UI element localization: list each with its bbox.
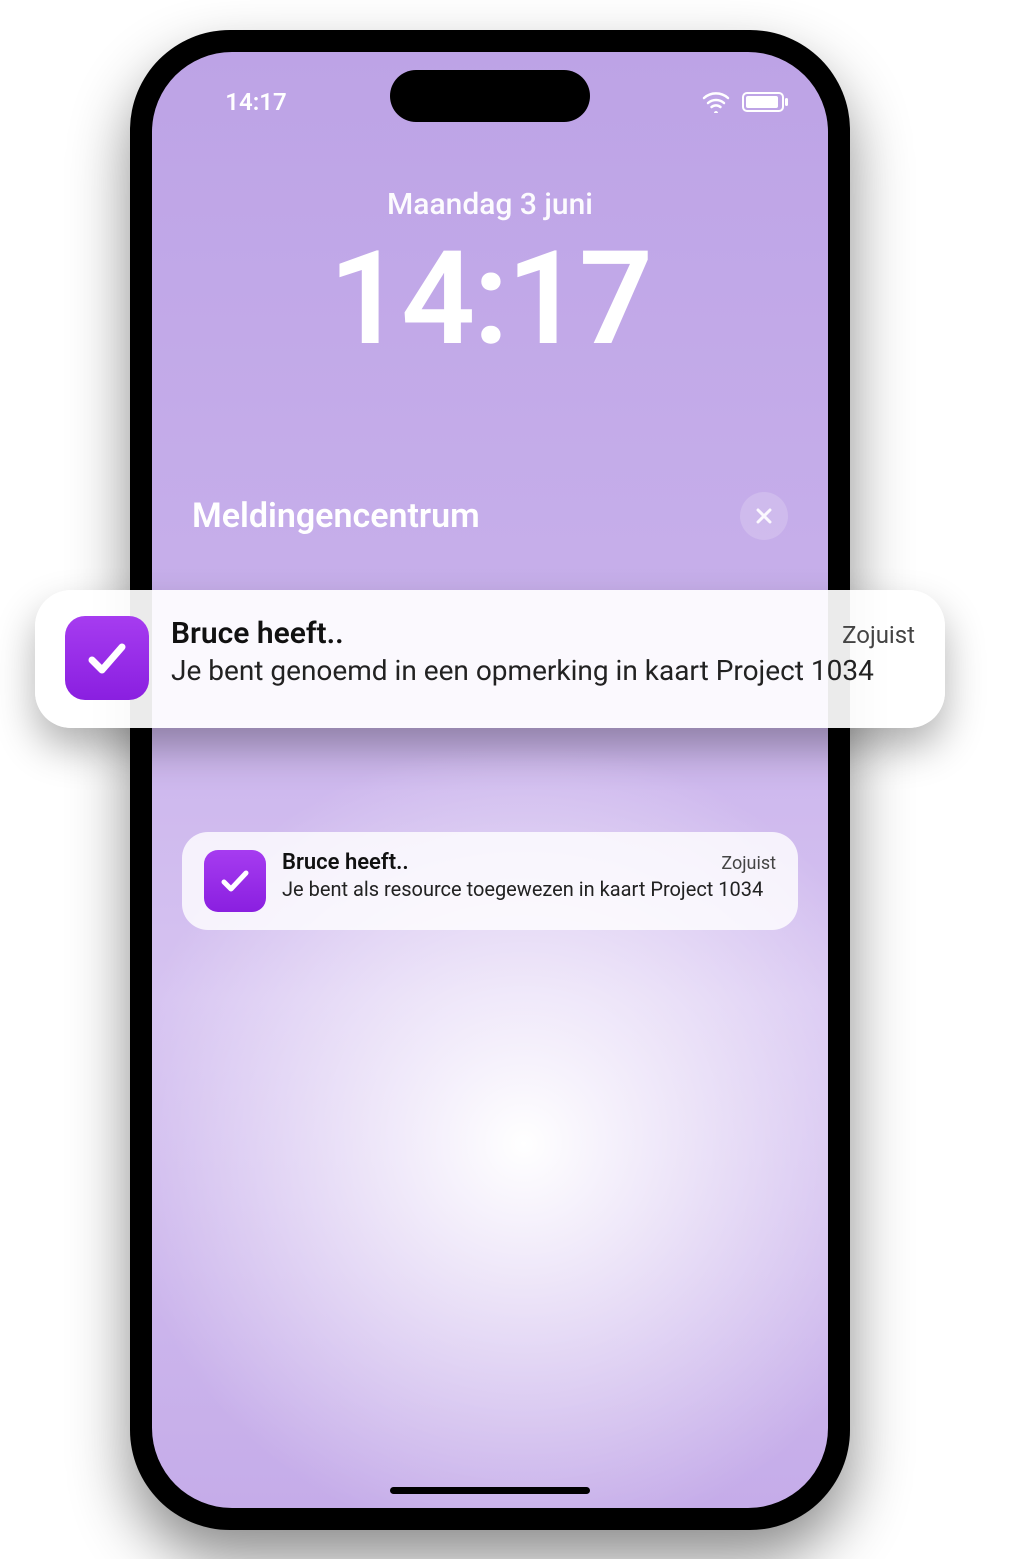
checkmark-icon [82, 633, 132, 683]
notification-card[interactable]: Bruce heeft.. Zojuist Je bent als resour… [182, 832, 798, 930]
battery-icon [742, 92, 784, 112]
notification-text: Je bent genoemd in een opmerking in kaar… [171, 653, 915, 688]
notification-text: Je bent als resource toegewezen in kaart… [282, 877, 776, 902]
close-icon [753, 505, 775, 527]
app-icon [204, 850, 266, 912]
status-right [702, 91, 784, 113]
close-button[interactable] [740, 492, 788, 540]
status-time: 14:17 [196, 88, 316, 116]
home-indicator[interactable] [390, 1487, 590, 1494]
notification-title: Bruce heeft.. [171, 616, 344, 651]
lock-date: Maandag 3 juni [152, 187, 828, 222]
notification-time: Zojuist [842, 621, 915, 649]
checkmark-icon [217, 863, 253, 899]
phone-frame: 14:17 Maandag 3 juni 14:17 Me [130, 30, 850, 1530]
notification-card[interactable]: Bruce heeft.. Zojuist Je bent genoemd in… [35, 590, 945, 728]
notification-body: Bruce heeft.. Zojuist Je bent als resour… [282, 850, 776, 902]
lock-time: 14:17 [152, 222, 828, 375]
notification-body: Bruce heeft.. Zojuist Je bent genoemd in… [171, 616, 915, 688]
notification-center-title: Meldingencentrum [192, 496, 480, 536]
lock-screen: 14:17 Maandag 3 juni 14:17 Me [152, 52, 828, 1508]
notification-time: Zojuist [721, 853, 776, 874]
status-bar: 14:17 [152, 82, 828, 122]
wifi-icon [702, 91, 730, 113]
notification-center-header: Meldingencentrum [192, 492, 788, 540]
app-icon [65, 616, 149, 700]
notification-title: Bruce heeft.. [282, 850, 409, 875]
